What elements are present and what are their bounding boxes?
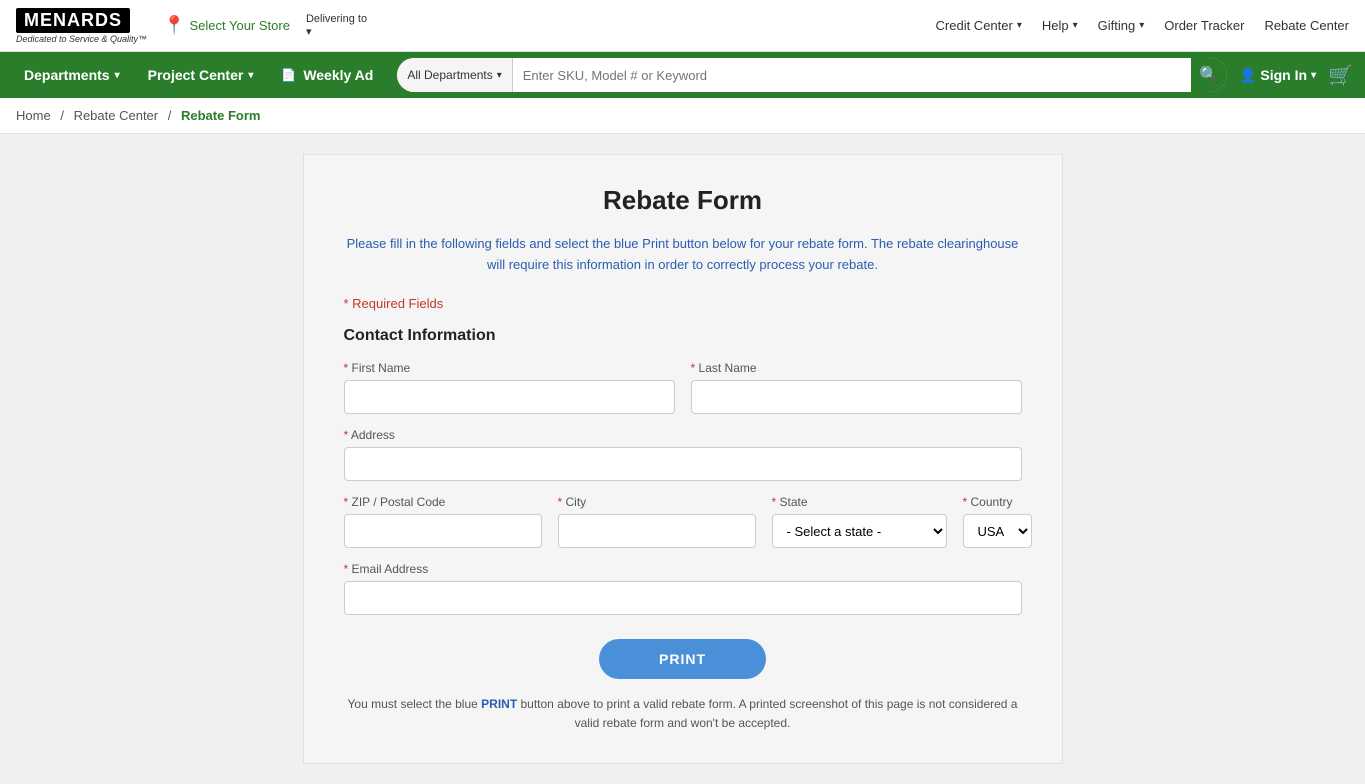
logo-area: MENARDS Dedicated to Service & Quality™ xyxy=(16,8,147,44)
delivering-to-label: Delivering to xyxy=(306,13,367,25)
breadcrumb: Home / Rebate Center / Rebate Form xyxy=(0,98,1365,134)
cart-button[interactable]: 🛒 xyxy=(1328,63,1353,88)
last-name-group: * Last Name xyxy=(691,361,1022,414)
email-label: * Email Address xyxy=(344,562,1022,576)
first-name-group: * First Name xyxy=(344,361,675,414)
help-chevron: ▾ xyxy=(1073,20,1078,31)
form-title: Rebate Form xyxy=(344,185,1022,216)
search-icon: 🔍 xyxy=(1199,65,1219,85)
last-name-req-asterisk: * xyxy=(691,361,699,375)
project-center-label: Project Center xyxy=(148,67,244,83)
sign-in-label: Sign In xyxy=(1260,67,1307,83)
sign-in-button[interactable]: 👤 Sign In ▾ xyxy=(1239,67,1316,84)
country-group: * Country USA xyxy=(963,495,1032,548)
store-select-label: Select Your Store xyxy=(189,18,289,33)
delivering-to-chevron: ▾ xyxy=(306,25,367,38)
gifting-chevron: ▾ xyxy=(1139,20,1144,31)
project-center-nav-item[interactable]: Project Center ▾ xyxy=(136,52,266,98)
help-link[interactable]: Help ▾ xyxy=(1042,18,1078,33)
weekly-ad-label: Weekly Ad xyxy=(303,67,373,83)
contact-info-section-title: Contact Information xyxy=(344,327,1022,345)
state-req-asterisk: * xyxy=(772,495,780,509)
city-group: * City xyxy=(558,495,756,548)
help-label: Help xyxy=(1042,18,1069,33)
top-bar-right: Credit Center ▾ Help ▾ Gifting ▾ Order T… xyxy=(936,18,1349,33)
sign-in-chevron: ▾ xyxy=(1311,70,1316,81)
user-icon: 👤 xyxy=(1239,67,1256,84)
delivering-to-section[interactable]: Delivering to ▾ xyxy=(306,13,367,38)
name-row: * First Name * Last Name xyxy=(344,361,1022,414)
departments-nav-item[interactable]: Departments ▾ xyxy=(12,52,132,98)
last-name-input[interactable] xyxy=(691,380,1022,414)
search-input[interactable] xyxy=(513,58,1191,92)
nav-bar: Departments ▾ Project Center ▾ 📄 Weekly … xyxy=(0,52,1365,98)
city-req-asterisk: * xyxy=(558,495,566,509)
email-input[interactable] xyxy=(344,581,1022,615)
location-pin-icon: 📍 xyxy=(163,15,185,36)
address-row: * Address xyxy=(344,428,1022,481)
state-label: * State xyxy=(772,495,947,509)
address-group: * Address xyxy=(344,428,1022,481)
project-center-chevron: ▾ xyxy=(248,70,253,81)
email-req-asterisk: * xyxy=(344,562,352,576)
email-group: * Email Address xyxy=(344,562,1022,615)
brand-tagline: Dedicated to Service & Quality™ xyxy=(16,34,147,44)
zip-req-asterisk: * xyxy=(344,495,352,509)
departments-label: Departments xyxy=(24,67,110,83)
breadcrumb-rebate-center[interactable]: Rebate Center xyxy=(74,108,159,123)
weekly-ad-icon: 📄 xyxy=(281,68,296,82)
country-req-asterisk: * xyxy=(963,495,971,509)
location-row: * ZIP / Postal Code * City * State - Sel… xyxy=(344,495,1022,548)
rebate-form-container: Rebate Form Please fill in the following… xyxy=(303,154,1063,764)
city-label: * City xyxy=(558,495,756,509)
last-name-label: * Last Name xyxy=(691,361,1022,375)
address-req-asterisk: * xyxy=(344,428,351,442)
credit-center-link[interactable]: Credit Center ▾ xyxy=(936,18,1022,33)
credit-center-chevron: ▾ xyxy=(1017,20,1022,31)
search-category-chevron: ▾ xyxy=(497,70,502,81)
gifting-label: Gifting xyxy=(1098,18,1136,33)
order-tracker-label: Order Tracker xyxy=(1164,18,1244,33)
country-select[interactable]: USA xyxy=(963,514,1032,548)
top-bar: MENARDS Dedicated to Service & Quality™ … xyxy=(0,0,1365,52)
breadcrumb-current: Rebate Form xyxy=(181,108,260,123)
zip-label: * ZIP / Postal Code xyxy=(344,495,542,509)
search-category-dropdown[interactable]: All Departments ▾ xyxy=(397,58,512,92)
city-input[interactable] xyxy=(558,514,756,548)
main-content: Rebate Form Please fill in the following… xyxy=(0,134,1365,784)
breadcrumb-separator-2: / xyxy=(168,108,172,123)
search-category-label: All Departments xyxy=(407,68,492,82)
search-bar: All Departments ▾ 🔍 xyxy=(397,58,1227,92)
credit-center-label: Credit Center xyxy=(936,18,1013,33)
store-select-button[interactable]: 📍 Select Your Store xyxy=(163,15,290,36)
state-group: * State - Select a state - xyxy=(772,495,947,548)
first-name-label: * First Name xyxy=(344,361,675,375)
print-button[interactable]: PRINT xyxy=(599,639,766,679)
country-label: * Country xyxy=(963,495,1032,509)
order-tracker-link[interactable]: Order Tracker xyxy=(1164,18,1244,33)
nav-right: 👤 Sign In ▾ 🛒 xyxy=(1239,63,1353,88)
rebate-center-label: Rebate Center xyxy=(1264,18,1349,33)
breadcrumb-home[interactable]: Home xyxy=(16,108,51,123)
brand-logo[interactable]: MENARDS xyxy=(16,8,130,33)
print-note-emphasis: PRINT xyxy=(481,697,517,711)
address-label: * Address xyxy=(344,428,1022,442)
address-input[interactable] xyxy=(344,447,1022,481)
state-select[interactable]: - Select a state - xyxy=(772,514,947,548)
first-name-input[interactable] xyxy=(344,380,675,414)
first-name-req-asterisk: * xyxy=(344,361,352,375)
email-row: * Email Address xyxy=(344,562,1022,615)
weekly-ad-nav-item[interactable]: 📄 Weekly Ad xyxy=(269,52,385,98)
print-note: You must select the blue PRINT button ab… xyxy=(344,695,1022,733)
form-description: Please fill in the following fields and … xyxy=(344,234,1022,276)
departments-chevron: ▾ xyxy=(115,70,120,81)
top-bar-left: MENARDS Dedicated to Service & Quality™ … xyxy=(16,8,367,44)
required-fields-note: * Required Fields xyxy=(344,296,1022,311)
zip-group: * ZIP / Postal Code xyxy=(344,495,542,548)
search-button[interactable]: 🔍 xyxy=(1191,58,1227,92)
rebate-center-link[interactable]: Rebate Center xyxy=(1264,18,1349,33)
breadcrumb-separator-1: / xyxy=(60,108,64,123)
gifting-link[interactable]: Gifting ▾ xyxy=(1098,18,1145,33)
zip-input[interactable] xyxy=(344,514,542,548)
